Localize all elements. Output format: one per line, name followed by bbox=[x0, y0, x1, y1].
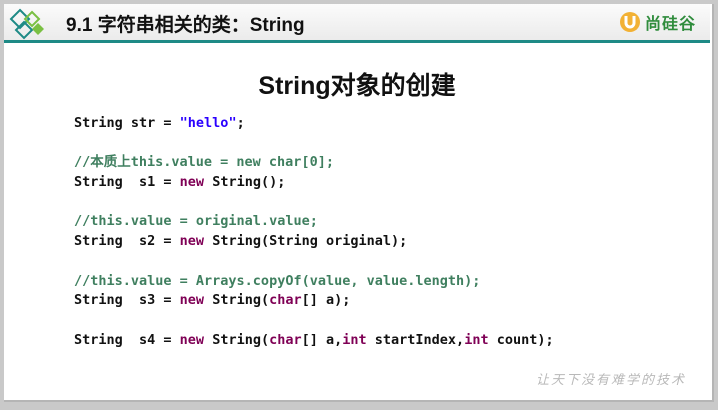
diamond-logo-icon bbox=[9, 8, 44, 40]
slide-heading: String对象的创建 bbox=[258, 72, 456, 100]
code-text: String(); bbox=[204, 174, 286, 191]
code-text: count); bbox=[488, 331, 554, 348]
brand-u-icon bbox=[619, 12, 640, 32]
slide-header: 9.1 字符串相关的类：String 尚硅谷 bbox=[4, 4, 710, 40]
brand-logo: 尚硅谷 bbox=[619, 10, 696, 34]
code-keyword: new bbox=[179, 174, 205, 191]
code-text: String(String original); bbox=[204, 233, 408, 250]
code-keyword: char bbox=[269, 331, 302, 348]
code-text: ; bbox=[236, 115, 245, 131]
code-line: //this.value = original.value; bbox=[74, 212, 554, 232]
code-keyword: int bbox=[464, 331, 489, 348]
code-keyword: new bbox=[179, 331, 205, 348]
code-text: String( bbox=[204, 331, 270, 348]
code-block: String str = "hello"; //本质上this.value = n… bbox=[74, 114, 554, 350]
code-line: //this.value = Arrays.copyOf(value, valu… bbox=[74, 272, 554, 292]
code-line: String s4 = new String(char[] a,int star… bbox=[74, 331, 554, 351]
code-line: //本质上this.value = new char[0]; bbox=[74, 153, 554, 173]
code-line: String s3 = new String(char[] a); bbox=[74, 291, 554, 311]
code-text: String s3 = bbox=[74, 292, 180, 309]
code-keyword: new bbox=[179, 233, 205, 250]
code-text: String str = bbox=[74, 115, 180, 131]
code-text: [] a); bbox=[301, 292, 351, 309]
code-line: String str = "hello"; bbox=[74, 114, 554, 134]
code-string: "hello" bbox=[179, 115, 237, 131]
code-keyword: char bbox=[269, 292, 302, 309]
code-text: String s4 = bbox=[74, 331, 180, 348]
code-text: [] a, bbox=[301, 331, 343, 348]
code-comment: //本质上this.value = new char[0]; bbox=[74, 154, 334, 171]
watermark: 让天下没有难学的技术 bbox=[535, 373, 686, 388]
code-keyword: int bbox=[342, 331, 367, 348]
section-title: 9.1 字符串相关的类：String bbox=[66, 15, 305, 36]
code-comment: //this.value = Arrays.copyOf(value, valu… bbox=[74, 272, 481, 289]
code-text: String s1 = bbox=[74, 174, 180, 191]
code-keyword: new bbox=[179, 292, 205, 309]
brand-name: 尚硅谷 bbox=[644, 16, 696, 33]
code-text: startIndex, bbox=[366, 331, 465, 348]
code-line: String s1 = new String(); bbox=[74, 173, 554, 193]
code-text: String( bbox=[204, 292, 270, 309]
code-line: String s2 = new String(String original); bbox=[74, 232, 554, 252]
header-divider bbox=[4, 40, 710, 43]
code-text: String s2 = bbox=[74, 233, 180, 250]
slide: 9.1 字符串相关的类：String 尚硅谷 String对象的创建 Strin… bbox=[4, 4, 714, 402]
code-comment: //this.value = original.value; bbox=[74, 213, 318, 230]
